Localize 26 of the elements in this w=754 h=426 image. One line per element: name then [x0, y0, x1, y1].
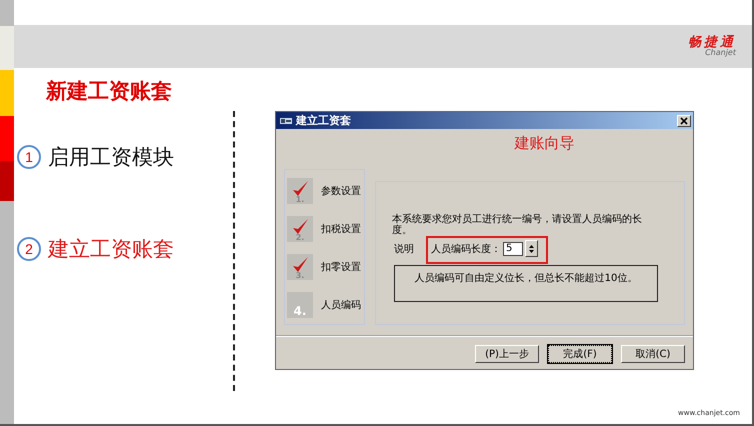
- step-label: 人员编码: [321, 298, 361, 312]
- length-field[interactable]: 5: [503, 242, 523, 256]
- step-number: 1: [17, 145, 41, 169]
- instruction-text: 本系统要求您对员工进行统一编号，请设置人员编码的长度。: [392, 214, 643, 236]
- step-number-icon: 4.: [287, 292, 313, 318]
- step-number: 2: [17, 237, 41, 261]
- wizard-heading: 建账向导: [514, 134, 574, 152]
- close-button[interactable]: [677, 114, 691, 126]
- logo-text: 畅捷通: [688, 36, 736, 49]
- dialog-button[interactable]: 取消(C): [621, 345, 685, 363]
- close-icon: [680, 116, 688, 124]
- slide-title: 新建工资账套: [44, 78, 173, 105]
- field-label: 人员编码长度：: [431, 242, 501, 256]
- step-label: 扣税设置: [321, 222, 361, 236]
- section-label: 说明: [394, 243, 414, 256]
- step-label: 参数设置: [321, 184, 361, 198]
- note-text: 人员编码可自由定义位长，但总长不能超过10位。: [414, 272, 638, 286]
- step-label: 建立工资账套: [48, 236, 174, 263]
- window-title: 建立工资套: [296, 113, 352, 128]
- dialog-button[interactable]: (P)上一步: [475, 345, 539, 363]
- spin-button[interactable]: [525, 240, 538, 257]
- logo-subtext: Chanjet: [705, 49, 736, 57]
- window-icon: [280, 116, 292, 124]
- step-label: 启用工资模块: [48, 144, 174, 171]
- dialog-button[interactable]: 完成(F): [548, 345, 612, 363]
- step-label: 扣零设置: [321, 260, 361, 274]
